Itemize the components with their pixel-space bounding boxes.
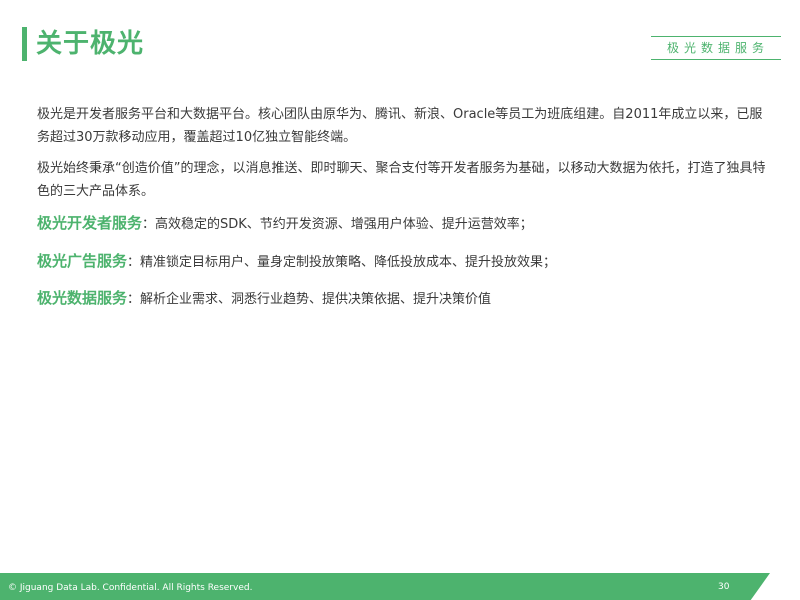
page-title: 关于极光 xyxy=(36,29,145,59)
service-description: ：精准锁定目标用户、量身定制投放策略、降低投放成本、提升投放效果； xyxy=(127,255,557,270)
page-number: 30 xyxy=(718,582,730,592)
service-item-developer: 极光开发者服务：高效稳定的SDK、节约开发资源、增强用户体验、提升运营效率； xyxy=(37,212,767,236)
footer-bar: © Jiguang Data Lab. Confidential. All Ri… xyxy=(0,573,770,600)
intro-paragraph-2: 极光始终秉承“创造价值”的理念，以消息推送、即时聊天、聚合支付等开发者服务为基础… xyxy=(37,161,766,199)
title-accent-bar xyxy=(22,27,27,61)
service-item-advertising: 极光广告服务：精准锁定目标用户、量身定制投放策略、降低投放成本、提升投放效果； xyxy=(37,250,767,274)
content-area: 极光是开发者服务平台和大数据平台。核心团队由原华为、腾讯、新浪、Oracle等员… xyxy=(37,103,767,311)
service-item-data: 极光数据服务：解析企业需求、洞悉行业趋势、提供决策依据、提升决策价值 xyxy=(37,287,767,311)
intro-paragraph-1: 极光是开发者服务平台和大数据平台。核心团队由原华为、腾讯、新浪、Oracle等员… xyxy=(37,107,763,145)
brand-tag: 极光数据服务 xyxy=(651,36,781,60)
service-name: 极光广告服务 xyxy=(37,252,128,270)
service-description: ：高效稳定的SDK、节约开发资源、增强用户体验、提升运营效率； xyxy=(142,217,533,232)
service-name: 极光开发者服务 xyxy=(37,214,143,232)
service-description: ：解析企业需求、洞悉行业趋势、提供决策依据、提升决策价值 xyxy=(127,292,492,307)
service-name: 极光数据服务 xyxy=(37,289,128,307)
footer-copyright: © Jiguang Data Lab. Confidential. All Ri… xyxy=(8,583,253,593)
